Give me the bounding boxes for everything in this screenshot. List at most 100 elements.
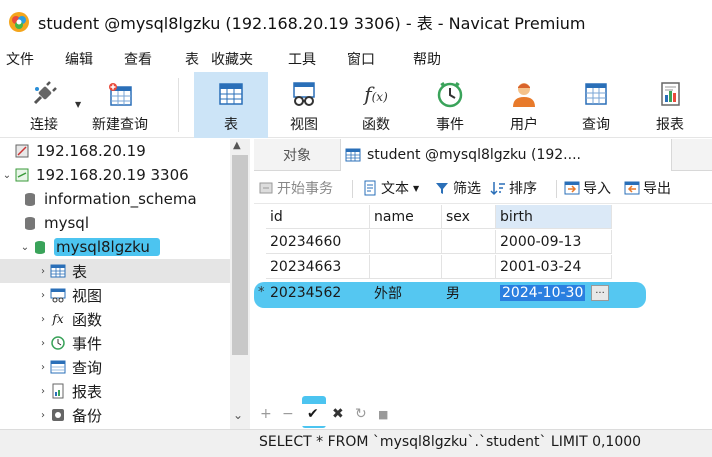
menu-favorites[interactable]: 收藏夹 <box>211 49 253 69</box>
tree-db-mysql8lgzku[interactable]: ⌄ mysql8lgzku <box>0 235 230 259</box>
discard-changes-button[interactable]: ✖ <box>332 406 344 422</box>
row-marker: * <box>258 285 265 300</box>
tree-scrollbar-thumb[interactable] <box>232 155 248 355</box>
query-label: 查询 <box>582 117 610 133</box>
chevron-down-icon[interactable]: ▼ <box>413 184 419 193</box>
chevron-right-icon[interactable]: › <box>36 362 50 373</box>
chevron-down-icon[interactable]: ⌄ <box>18 242 32 253</box>
chevron-right-icon[interactable]: › <box>36 290 50 301</box>
delete-record-button[interactable]: − <box>282 406 294 422</box>
tree-connection-2[interactable]: ⌄ 192.168.20.19 3306 <box>0 163 230 187</box>
cell-name[interactable] <box>370 255 442 279</box>
data-grid: id name sex birth 20234660 2000-09-13 20… <box>254 205 712 405</box>
add-record-button[interactable]: + <box>260 406 272 422</box>
column-header-name[interactable]: name <box>370 205 442 229</box>
menu-bar: 文件 编辑 查看 表 收藏夹 工具 窗口 帮助 <box>0 44 712 72</box>
tree-db-information-schema[interactable]: information_schema <box>0 187 230 211</box>
cell-sex[interactable]: 男 <box>442 281 496 305</box>
menu-window[interactable]: 窗口 <box>347 49 375 69</box>
column-header-sex[interactable]: sex <box>442 205 496 229</box>
column-header-birth[interactable]: birth <box>496 205 612 229</box>
cell-id[interactable]: 20234663 <box>266 255 370 279</box>
tree-label: 192.168.20.19 <box>36 142 146 160</box>
query-icon <box>580 78 612 110</box>
tree-node-functions[interactable]: › fx 函数 <box>0 307 230 331</box>
new-query-label: 新建查询 <box>92 117 148 133</box>
connection-active-icon <box>14 167 30 183</box>
cell-id[interactable]: 20234660 <box>266 230 370 254</box>
toolbar-separator <box>178 78 179 132</box>
database-icon <box>22 215 38 231</box>
query-icon <box>50 359 66 375</box>
tree-label: 表 <box>72 262 88 281</box>
menu-edit[interactable]: 编辑 <box>65 49 93 69</box>
user-label: 用户 <box>510 117 538 133</box>
begin-transaction-button[interactable]: 开始事务 <box>258 178 333 198</box>
import-button[interactable]: 导入 <box>564 178 611 198</box>
report-button[interactable]: 报表 <box>646 72 694 138</box>
database-open-icon <box>32 239 48 255</box>
chevron-right-icon[interactable]: › <box>36 410 50 421</box>
view-label: 视图 <box>290 117 318 133</box>
scroll-up-icon[interactable]: ▲ <box>233 140 241 151</box>
menu-table[interactable]: 表 <box>185 49 199 69</box>
sort-button[interactable]: 排序 <box>490 178 537 198</box>
tree-label: 192.168.20.19 3306 <box>36 166 189 184</box>
menu-view[interactable]: 查看 <box>124 49 152 69</box>
tree-label: 函数 <box>72 310 103 329</box>
tree-node-backups[interactable]: › 备份 <box>0 403 230 427</box>
export-button[interactable]: 导出 <box>624 178 671 198</box>
cell-sex[interactable] <box>442 230 496 254</box>
tab-objects[interactable]: 对象 <box>254 139 340 171</box>
new-query-button[interactable]: 新建查询 <box>88 72 152 138</box>
scroll-down-icon[interactable]: ⌄ <box>233 408 243 422</box>
menu-tools[interactable]: 工具 <box>288 49 316 69</box>
report-icon <box>50 383 66 399</box>
menu-help[interactable]: 帮助 <box>413 49 441 69</box>
filter-button[interactable]: 筛选 <box>434 178 481 198</box>
cell-edit-button[interactable]: ··· <box>591 285 609 301</box>
table-button[interactable]: 表 <box>194 72 268 138</box>
tree-label: 查询 <box>72 358 103 377</box>
tree-node-views[interactable]: › 视图 <box>0 283 230 307</box>
text-view-button[interactable]: 文本 ▼ <box>362 178 419 198</box>
tree-node-tables[interactable]: › 表 <box>0 259 230 283</box>
column-header-id[interactable]: id <box>266 205 370 229</box>
tree-node-queries[interactable]: › 查询 <box>0 355 230 379</box>
refresh-button[interactable]: ↻ <box>355 406 367 422</box>
sql-statement: SELECT * FROM `mysql8lgzku`.`student` LI… <box>259 434 642 450</box>
tree-label: 视图 <box>72 286 103 305</box>
title-bar: student @mysql8lgzku (192.168.20.19 3306… <box>0 0 712 44</box>
tab-student-table[interactable]: student @mysql8lgzku (192.... <box>340 139 672 171</box>
function-button[interactable]: f(x) 函数 <box>352 72 400 138</box>
chevron-right-icon[interactable]: › <box>36 266 50 277</box>
connect-button[interactable]: 连接 <box>18 72 70 138</box>
tree-label: mysql <box>44 214 89 232</box>
event-button[interactable]: 事件 <box>426 72 474 138</box>
chevron-right-icon[interactable]: › <box>36 386 50 397</box>
table-icon <box>50 263 66 279</box>
cell-sex[interactable] <box>442 255 496 279</box>
user-button[interactable]: 用户 <box>500 72 548 138</box>
tree-node-events[interactable]: › 事件 <box>0 331 230 355</box>
cell-birth[interactable]: 2000-09-13 <box>496 230 612 254</box>
cell-name[interactable] <box>370 230 442 254</box>
connect-dropdown-icon[interactable]: ▼ <box>75 100 81 109</box>
view-icon <box>288 78 320 110</box>
table-icon <box>345 147 361 163</box>
chevron-right-icon[interactable]: › <box>36 314 50 325</box>
query-button[interactable]: 查询 <box>572 72 620 138</box>
cell-id[interactable]: 20234562 <box>266 281 370 305</box>
menu-file[interactable]: 文件 <box>6 49 34 69</box>
chevron-down-icon[interactable]: ⌄ <box>0 170 14 181</box>
cell-name[interactable]: 外部 <box>370 281 442 305</box>
tree-node-reports[interactable]: › 报表 <box>0 379 230 403</box>
cell-birth[interactable]: 2001-03-24 <box>496 255 612 279</box>
chevron-right-icon[interactable]: › <box>36 338 50 349</box>
tree-db-mysql[interactable]: mysql <box>0 211 230 235</box>
transaction-icon <box>258 180 274 196</box>
view-button[interactable]: 视图 <box>280 72 328 138</box>
tree-connection-1[interactable]: 192.168.20.19 <box>0 139 230 163</box>
apply-changes-button[interactable]: ✔ <box>307 406 319 422</box>
stop-button[interactable]: ■ <box>378 408 388 421</box>
